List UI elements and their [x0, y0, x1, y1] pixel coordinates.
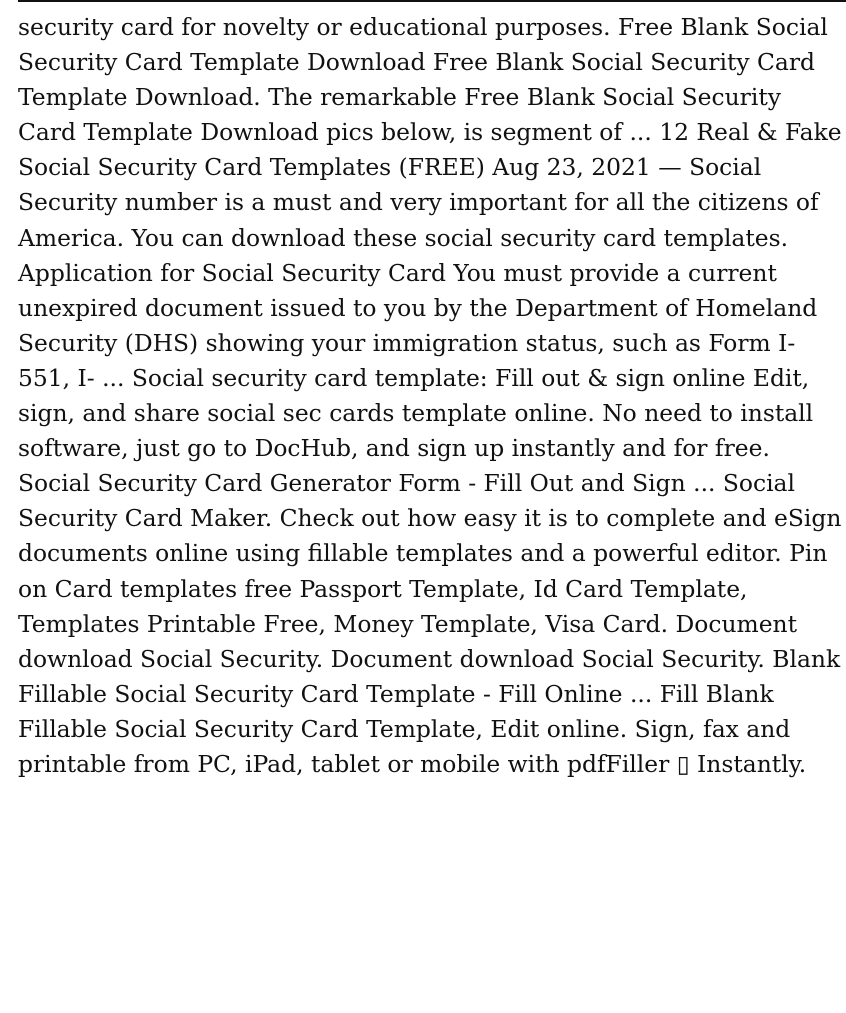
top-divider	[18, 0, 846, 2]
article-body: security card for novelty or educational…	[18, 10, 844, 782]
article-paragraph: security card for novelty or educational…	[18, 13, 842, 778]
